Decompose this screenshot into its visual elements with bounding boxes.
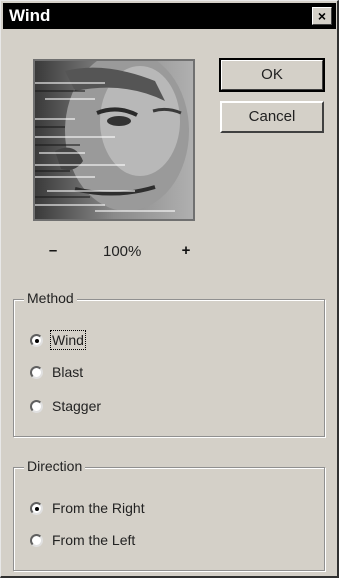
- zoom-level: 100%: [103, 243, 142, 260]
- close-button[interactable]: ×: [312, 7, 332, 25]
- close-icon: ×: [317, 8, 327, 24]
- method-group: Method Wind Blast Stagger: [13, 290, 325, 437]
- direction-option-label: From the Left: [52, 532, 136, 548]
- plus-icon: +: [181, 242, 191, 259]
- radio-button[interactable]: [30, 334, 43, 347]
- zoom-out-button[interactable]: –: [46, 242, 60, 259]
- method-legend: Method: [24, 290, 77, 306]
- direction-legend: Direction: [24, 458, 86, 474]
- preview-image: [35, 61, 193, 219]
- method-option-label: Stagger: [52, 398, 102, 414]
- direction-group: Direction From the Right From the Left: [13, 458, 325, 571]
- radio-button[interactable]: [30, 534, 43, 547]
- ok-button[interactable]: OK: [219, 58, 325, 92]
- method-option-label: Blast: [52, 364, 84, 380]
- filter-preview[interactable]: [33, 59, 195, 221]
- cancel-button[interactable]: Cancel: [220, 101, 324, 133]
- direction-option-label: From the Right: [52, 500, 145, 516]
- radio-button[interactable]: [30, 366, 43, 379]
- radio-button[interactable]: [30, 502, 43, 515]
- title-bar[interactable]: Wind ×: [3, 3, 336, 29]
- wind-dialog: Wind × OK Cancel – 100% + Method Wind Bl…: [0, 0, 339, 578]
- zoom-in-button[interactable]: +: [179, 242, 193, 259]
- dialog-title: Wind: [9, 6, 51, 25]
- radio-button[interactable]: [30, 400, 43, 413]
- minus-icon: –: [48, 242, 58, 259]
- method-option-label: Wind: [50, 330, 86, 350]
